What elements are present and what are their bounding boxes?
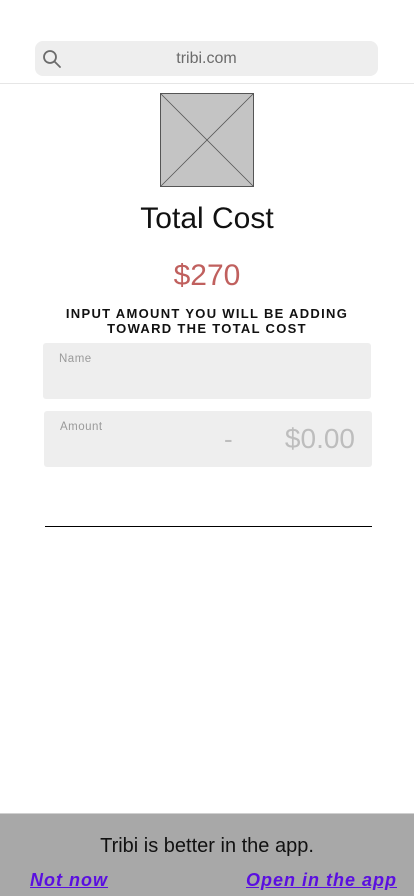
amount-field[interactable]: Amount - $0.00 — [44, 411, 372, 467]
amount-field-label: Amount — [60, 421, 103, 433]
url-text[interactable]: tribi.com — [35, 41, 378, 76]
open-in-app-link[interactable]: Open in the app — [246, 869, 397, 891]
name-field[interactable]: Name — [43, 343, 371, 399]
app-banner-message: Tribi is better in the app. — [100, 835, 314, 857]
amount-value[interactable]: $0.00 — [285, 423, 355, 455]
instruction-text: INPUT AMOUNT YOU WILL BE ADDING TOWARD T… — [65, 306, 349, 336]
image-placeholder-icon — [160, 93, 254, 187]
page-title: Total Cost — [140, 202, 274, 235]
name-field-label: Name — [59, 353, 92, 365]
not-now-link[interactable]: Not now — [30, 869, 108, 891]
browser-url-area: tribi.com — [0, 0, 414, 84]
amount-dash: - — [224, 424, 233, 454]
app-banner: Tribi is better in the app. Not now Open… — [0, 813, 414, 896]
url-bar[interactable]: tribi.com — [35, 41, 378, 76]
divider — [45, 526, 372, 527]
total-amount: $270 — [173, 259, 241, 292]
